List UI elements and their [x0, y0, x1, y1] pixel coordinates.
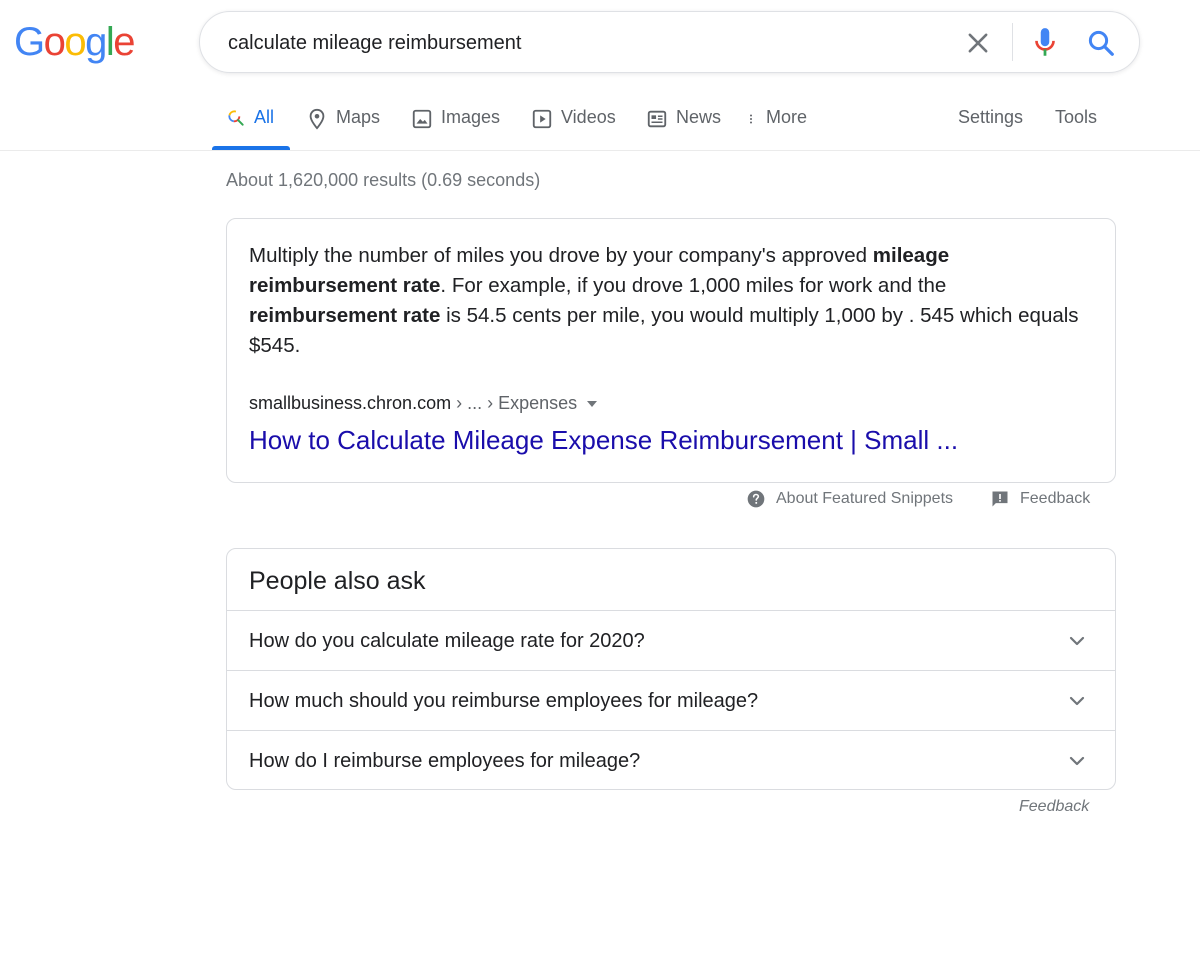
snippet-text-bold: reimbursement rate: [249, 304, 441, 327]
chevron-down-icon: [1069, 756, 1085, 766]
paa-feedback-link[interactable]: Feedback: [1019, 796, 1089, 818]
snippet-feedback[interactable]: Feedback: [990, 487, 1090, 511]
help-icon: [747, 490, 765, 508]
tab-label: Settings: [958, 107, 1024, 127]
paa-title: People also ask: [249, 567, 426, 595]
tab-news[interactable]: News: [646, 95, 721, 150]
chevron-down-icon: [1069, 636, 1085, 646]
result-stats: About 1,620,000 results (0.69 seconds): [226, 170, 541, 190]
about-snippets-label: About Featured Snippets: [776, 490, 954, 507]
logo-letter: o: [64, 20, 86, 64]
logo-letter: e: [113, 20, 135, 64]
tab-tools[interactable]: Tools: [1055, 95, 1097, 150]
cite-breadcrumb: › ... › Expenses: [451, 393, 578, 413]
search-icon[interactable]: [1086, 28, 1116, 58]
video-icon: [532, 109, 552, 129]
result-title-link[interactable]: How to Calculate Mileage Expense Reimbur…: [249, 423, 958, 457]
snippet-text: Multiply the number of miles you drove b…: [249, 241, 1089, 361]
logo-letter: o: [43, 20, 66, 64]
result-citation: smallbusiness.chron.com › ... › Expenses: [249, 391, 598, 415]
tab-label: Videos: [561, 107, 616, 127]
search-tabs: All Maps Images Videos News More Setting…: [0, 95, 1200, 151]
snippet-text-part: . For example, if you drove 1,000 miles …: [440, 274, 947, 297]
paa-question[interactable]: How do I reimburse employees for mileage…: [227, 730, 1115, 790]
image-icon: [412, 109, 432, 129]
logo-letter: g: [85, 20, 107, 64]
close-icon[interactable]: [964, 29, 992, 57]
google-logo[interactable]: Google: [14, 20, 135, 64]
search-input[interactable]: calculate mileage reimbursement: [228, 29, 521, 57]
logo-letter: G: [14, 20, 45, 64]
paa-question-text: How do I reimburse employees for mileage…: [249, 750, 641, 772]
logo-letter: l: [105, 20, 115, 64]
tab-maps[interactable]: Maps: [306, 95, 380, 150]
tab-label: News: [676, 107, 722, 127]
map-pin-icon: [309, 108, 325, 130]
search-icon: [228, 110, 244, 126]
tab-label: Images: [441, 107, 501, 127]
more-vert-icon: [750, 114, 752, 124]
about-featured-snippets[interactable]: About Featured Snippets: [746, 487, 953, 511]
tab-images[interactable]: Images: [411, 95, 500, 150]
tab-more[interactable]: More: [748, 95, 807, 150]
cite-domain: smallbusiness.chron.com: [249, 393, 452, 413]
chevron-down-icon: [1069, 696, 1085, 706]
tab-label: All: [254, 107, 275, 127]
paa-question[interactable]: How do you calculate mileage rate for 20…: [227, 610, 1115, 670]
tab-all[interactable]: All: [212, 95, 290, 150]
tab-label: Maps: [336, 107, 381, 127]
featured-snippet: Multiply the number of miles you drove b…: [226, 218, 1116, 483]
paa-question-text: How much should you reimburse employees …: [249, 690, 759, 712]
caret-down-icon[interactable]: [587, 401, 598, 408]
snippet-text-part: Multiply the number of miles you drove b…: [249, 244, 873, 267]
tab-videos[interactable]: Videos: [531, 95, 616, 150]
tab-label: Tools: [1055, 107, 1098, 127]
people-also-ask: People also ask How do you calculate mil…: [226, 548, 1116, 790]
tab-settings[interactable]: Settings: [958, 95, 1023, 150]
search-box-divider: [1012, 23, 1013, 61]
feedback-icon: [992, 491, 1008, 507]
feedback-label: Feedback: [1020, 490, 1091, 507]
paa-question-text: How do you calculate mileage rate for 20…: [249, 630, 645, 652]
microphone-icon[interactable]: [1032, 26, 1058, 60]
news-icon: [647, 110, 667, 128]
paa-question[interactable]: How much should you reimburse employees …: [227, 670, 1115, 730]
tab-label: More: [766, 107, 808, 127]
search-box[interactable]: calculate mileage reimbursement: [199, 11, 1140, 73]
